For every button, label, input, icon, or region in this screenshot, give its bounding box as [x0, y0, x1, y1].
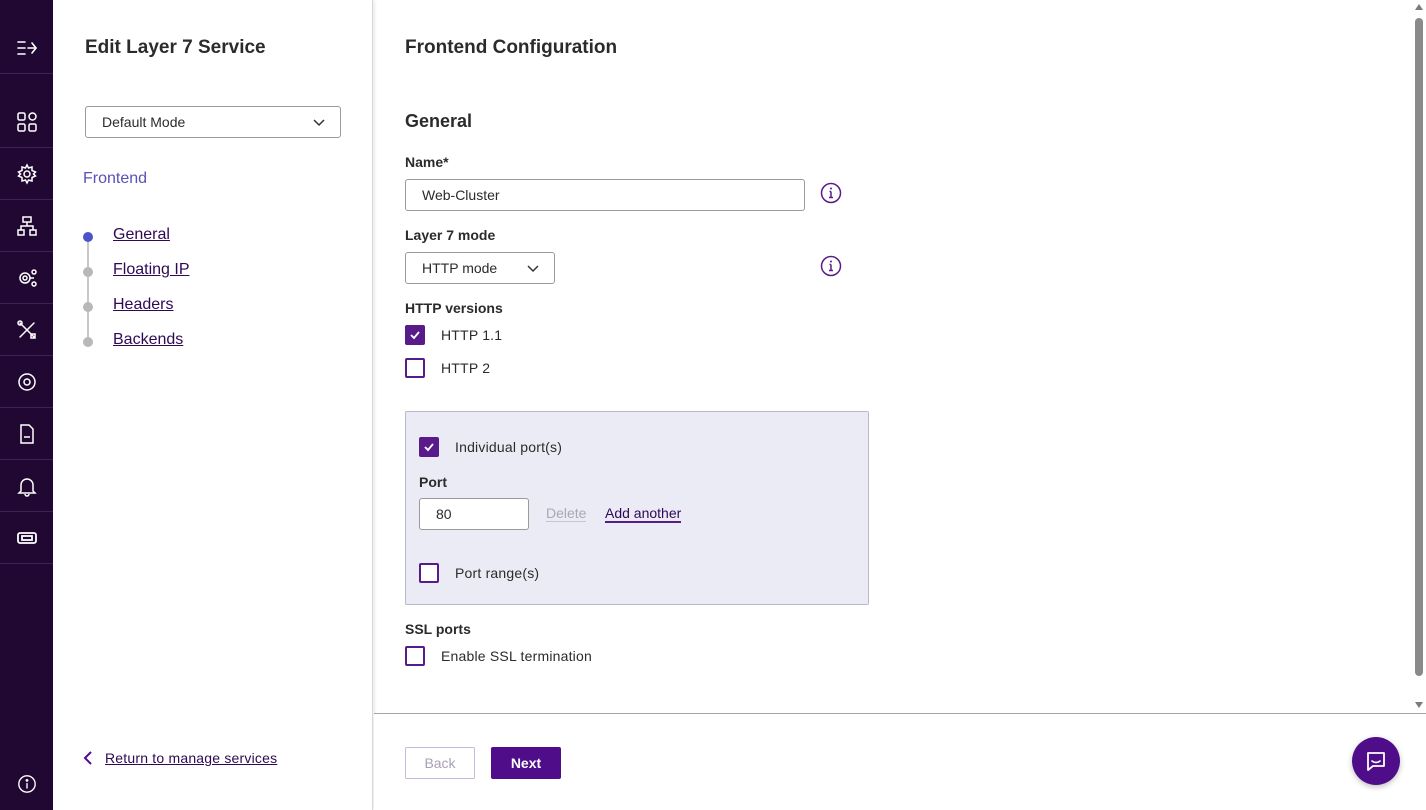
- layer7-mode-label: Layer 7 mode: [405, 227, 496, 243]
- section-title-general: General: [405, 111, 473, 131]
- individual-ports-checkbox-row[interactable]: Individual port(s): [419, 437, 562, 457]
- layer7-mode-value: HTTP mode: [422, 260, 498, 276]
- settings-icon: [17, 372, 36, 391]
- next-button[interactable]: Next: [491, 747, 561, 779]
- http2-checkbox-row[interactable]: HTTP 2: [405, 358, 490, 378]
- notifications-bell-icon: [16, 477, 37, 497]
- dashboard-grid-icon: [16, 111, 37, 132]
- logs-button[interactable]: [0, 408, 53, 460]
- menu-expand-icon: [16, 40, 37, 55]
- step-dot: [83, 267, 93, 277]
- dashboard-button[interactable]: [0, 96, 53, 148]
- page-title: Frontend Configuration: [405, 37, 618, 58]
- step-link-general[interactable]: General: [113, 226, 170, 244]
- individual-ports-label: Individual port(s): [455, 439, 563, 455]
- return-link[interactable]: Return to manage services: [83, 750, 277, 766]
- http2-checkbox[interactable]: [405, 358, 425, 378]
- chat-support-button[interactable]: [1352, 737, 1400, 785]
- chat-bubble-icon: [1367, 752, 1385, 771]
- scrollbar-thumb[interactable]: [1415, 18, 1423, 676]
- scroll-down-arrow-icon[interactable]: [1415, 702, 1423, 708]
- ssl-enable-checkbox-row[interactable]: Enable SSL termination: [405, 646, 592, 666]
- chevron-down-icon: [527, 265, 539, 273]
- license-button[interactable]: [0, 512, 53, 564]
- chevron-left-icon: [83, 751, 92, 765]
- port-ranges-checkbox-row[interactable]: Port range(s): [419, 563, 539, 583]
- ssl-enable-checkbox[interactable]: [405, 646, 425, 666]
- cluster-settings-button[interactable]: [0, 252, 53, 304]
- checkmark-icon: [410, 331, 420, 340]
- settings-button[interactable]: [0, 356, 53, 408]
- http11-checkbox[interactable]: [405, 325, 425, 345]
- tools-icon: [16, 319, 36, 339]
- delete-port-button[interactable]: Delete: [546, 505, 587, 522]
- nav-rail: [0, 0, 53, 810]
- add-another-port-button[interactable]: Add another: [605, 505, 682, 523]
- help-button[interactable]: [0, 758, 53, 810]
- back-button[interactable]: Back: [405, 747, 475, 779]
- tools-button[interactable]: [0, 304, 53, 356]
- checkmark-icon: [424, 443, 434, 452]
- http11-label: HTTP 1.1: [441, 327, 503, 343]
- notifications-button[interactable]: [0, 460, 53, 512]
- individual-ports-checkbox[interactable]: [419, 437, 439, 457]
- step-connector-line: [87, 236, 89, 342]
- network-button[interactable]: [0, 200, 53, 252]
- mode-select-value: Default Mode: [102, 114, 186, 130]
- section-frontend-label: Frontend: [83, 170, 148, 187]
- ssl-ports-label: SSL ports: [405, 621, 471, 637]
- ssl-enable-label: Enable SSL termination: [441, 648, 592, 664]
- side-panel: Edit Layer 7 Service Default Mode Fronte…: [53, 0, 373, 810]
- step-dot-active: [83, 232, 93, 242]
- port-input[interactable]: [419, 498, 529, 530]
- logs-icon: [19, 423, 34, 444]
- return-link-label: Return to manage services: [105, 750, 278, 766]
- mode-select[interactable]: Default Mode: [85, 106, 341, 138]
- help-info-icon: [17, 775, 36, 793]
- step-dot: [83, 302, 93, 312]
- network-icon: [16, 215, 37, 236]
- step-dot: [83, 337, 93, 347]
- port-settings-box: Individual port(s) Port Delete Add anoth…: [405, 411, 869, 605]
- side-panel-title: Edit Layer 7 Service: [85, 37, 266, 58]
- scroll-up-arrow-icon[interactable]: [1415, 4, 1423, 10]
- menu-expand-button[interactable]: [0, 22, 53, 74]
- port-ranges-checkbox[interactable]: [419, 563, 439, 583]
- http-versions-label: HTTP versions: [405, 300, 503, 316]
- services-gear-icon: [16, 162, 37, 185]
- main-content: Frontend Configuration General Name* Lay…: [374, 0, 1412, 712]
- http11-checkbox-row[interactable]: HTTP 1.1: [405, 325, 502, 345]
- vertical-scrollbar[interactable]: [1412, 0, 1426, 712]
- name-input[interactable]: [405, 179, 805, 211]
- wizard-footer: Back Next: [374, 713, 1426, 810]
- step-link-headers[interactable]: Headers: [113, 296, 173, 314]
- step-link-backends[interactable]: Backends: [113, 331, 183, 349]
- layer7-mode-select[interactable]: HTTP mode: [405, 252, 555, 284]
- info-icon[interactable]: [820, 182, 842, 204]
- port-label: Port: [419, 474, 447, 490]
- chevron-down-icon: [313, 119, 325, 127]
- license-ticket-icon: [16, 531, 37, 544]
- step-link-floating-ip[interactable]: Floating IP: [113, 261, 189, 279]
- port-ranges-label: Port range(s): [455, 565, 540, 581]
- info-icon[interactable]: [820, 255, 842, 277]
- http2-label: HTTP 2: [441, 360, 491, 376]
- cluster-settings-icon: [18, 268, 37, 287]
- name-label: Name*: [405, 154, 449, 170]
- services-button[interactable]: [0, 148, 53, 200]
